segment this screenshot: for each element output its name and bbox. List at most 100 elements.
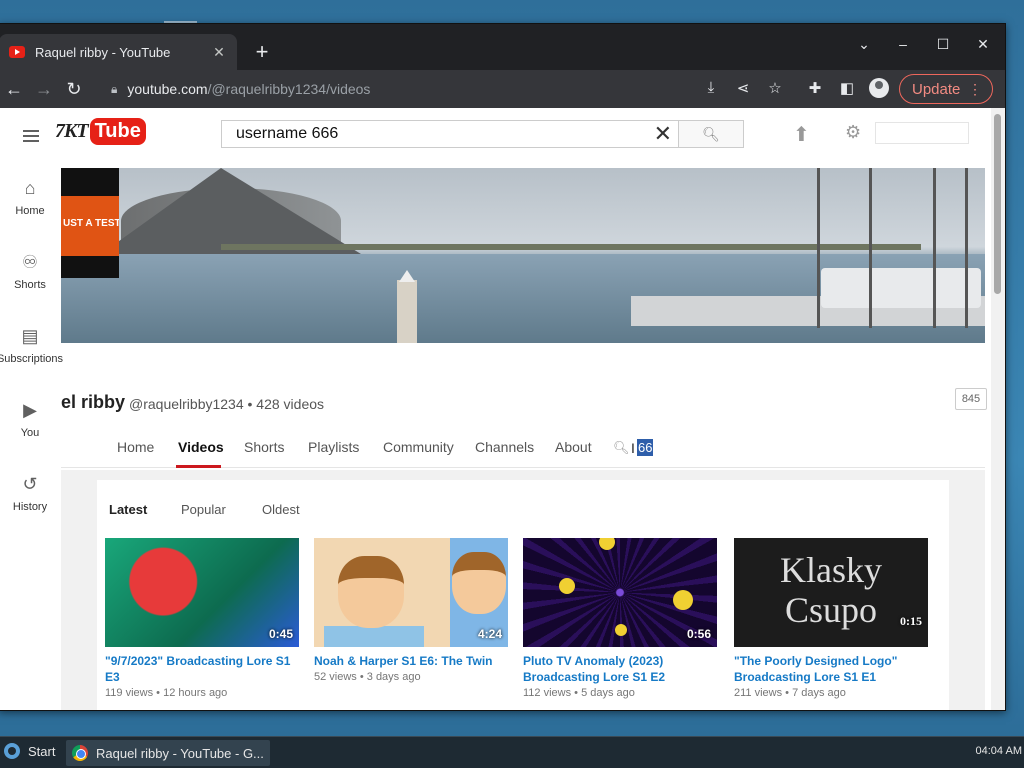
install-app-icon[interactable]: ⤓ (701, 79, 721, 96)
sidebar-item-home[interactable]: ⌂ Home (0, 178, 61, 217)
sort-popular[interactable]: Popular (181, 502, 226, 517)
channel-tabs: Home Videos Shorts Playlists Community C… (61, 428, 985, 468)
share-icon[interactable]: ⋖ (733, 79, 753, 97)
back-button[interactable]: ← (0, 79, 29, 100)
active-tab-indicator (176, 465, 221, 468)
video-thumbnail[interactable]: 0:56 (523, 538, 717, 647)
clear-search-icon[interactable]: ✕ (654, 123, 672, 145)
menu-dots-icon[interactable]: ⋮ (968, 81, 982, 98)
tab-playlists[interactable]: Playlists (308, 439, 359, 455)
text-cursor-icon: I (631, 440, 635, 456)
banner-boat (821, 268, 981, 308)
video-duration: 4:24 (477, 627, 502, 641)
video-age: 3 days ago (366, 671, 421, 683)
sort-latest[interactable]: Latest (109, 502, 147, 517)
sidebar-item-label: Shorts (14, 279, 46, 291)
banner-shoreline (221, 244, 921, 250)
account-area[interactable] (875, 122, 969, 144)
reload-button[interactable]: ↻ (59, 79, 89, 100)
banner-mast (869, 168, 872, 328)
video-views: 52 views (314, 671, 357, 683)
bookmark-star-icon[interactable]: ☆ (765, 79, 785, 97)
tab-community[interactable]: Community (383, 439, 454, 455)
menu-icon[interactable] (23, 130, 39, 142)
lock-icon: 🔒︎ (111, 81, 118, 96)
address-bar[interactable]: 🔒︎ youtube.com/@raquelribby1234/videos (101, 74, 695, 104)
extensions-icon[interactable]: ✚ (805, 79, 825, 97)
tab-videos[interactable]: Videos (178, 439, 224, 455)
site-logo[interactable]: 7KT Tube (55, 118, 146, 145)
videos-card: Latest Popular Oldest 0:45 "9/7/2023" Br… (97, 480, 949, 710)
banner-mast (933, 168, 936, 328)
sidebar-item-label: Home (15, 205, 45, 217)
forward-button[interactable]: → (29, 79, 59, 100)
start-button[interactable]: Start (4, 743, 55, 759)
side-panel-icon[interactable]: ◧ (837, 79, 857, 97)
video-item[interactable]: 0:56 Pluto TV Anomaly (2023) Broadcastin… (523, 538, 717, 699)
video-thumbnail[interactable]: Klasky Csupo 0:15 (734, 538, 928, 647)
video-views: 112 views (523, 687, 572, 699)
video-title[interactable]: Pluto TV Anomaly (2023) Broadcasting Lor… (523, 653, 717, 685)
video-duration: 0:45 (268, 627, 293, 641)
sidebar-item-label: You (20, 427, 40, 439)
gear-icon[interactable]: ⚙ (845, 122, 861, 143)
logo-tube: Tube (89, 118, 146, 145)
sort-oldest[interactable]: Oldest (262, 502, 300, 517)
update-label: Update (912, 80, 961, 98)
page-scrollbar[interactable] (991, 108, 1005, 710)
tab-title: Raquel ribby - YouTube (35, 44, 171, 60)
tab-channels[interactable]: Channels (475, 439, 534, 455)
video-count: • 428 videos (247, 396, 325, 412)
url-path: /@raquelribby1234/videos (207, 81, 371, 97)
video-item[interactable]: 0:45 "9/7/2023" Broadcasting Lore S1 E3 … (105, 538, 299, 699)
sidebar-item-history[interactable]: ↺ History (0, 474, 61, 513)
tab-search-chevron-icon[interactable]: ⌄ (854, 36, 874, 53)
banner-post (397, 270, 417, 343)
close-tab-icon[interactable]: ✕ (211, 44, 227, 61)
taskbar-clock: 04:04 AM (975, 745, 1022, 757)
banner-thumbnail: UST A TEST (61, 168, 119, 278)
video-item[interactable]: Klasky Csupo 0:15 "The Poorly Designed L… (734, 538, 928, 699)
update-button[interactable]: Update ⋮ (899, 74, 993, 104)
video-title[interactable]: "The Poorly Designed Logo" Broadcasting … (734, 653, 928, 685)
new-tab-button[interactable]: + (251, 41, 273, 63)
scrollbar-thumb[interactable] (994, 114, 1001, 294)
tab-shorts[interactable]: Shorts (244, 439, 284, 455)
video-thumbnail[interactable]: 4:24 (314, 538, 508, 647)
maximize-button[interactable]: ☐ (933, 36, 953, 53)
close-window-button[interactable]: ✕ (973, 36, 993, 53)
minimize-button[interactable]: – (893, 36, 913, 52)
subscriber-count: 845 (955, 388, 987, 410)
taskbar-item-browser[interactable]: Raquel ribby - YouTube - G... (66, 740, 270, 766)
sidebar-item-you[interactable]: ▶ You (0, 400, 61, 439)
sidebar-item-shorts[interactable]: ♾ Shorts (0, 252, 61, 291)
video-title[interactable]: Noah & Harper S1 E6: The Twin (314, 653, 508, 669)
tab-strip: Raquel ribby - YouTube ✕ + ⌄ – ☐ ✕ (0, 24, 1005, 70)
sidebar-item-label: Subscriptions (0, 353, 64, 365)
channel-search-icon[interactable]: 🔍︎ (613, 440, 630, 456)
thumbnail-dot (673, 590, 693, 610)
video-thumbnail[interactable]: 0:45 (105, 538, 299, 647)
channel-search-input[interactable]: 66 (637, 439, 654, 456)
search-input[interactable]: username 666 ✕ (221, 120, 679, 148)
video-item[interactable]: 4:24 Noah & Harper S1 E6: The Twin 52 vi… (314, 538, 508, 683)
search-button[interactable]: 🔍︎ (678, 120, 744, 148)
home-icon: ⌂ (24, 178, 36, 198)
browser-window: Raquel ribby - YouTube ✕ + ⌄ – ☐ ✕ ← → ↻… (0, 23, 1006, 711)
browser-tab[interactable]: Raquel ribby - YouTube ✕ (0, 34, 237, 70)
profile-avatar[interactable] (869, 78, 889, 98)
video-meta: 211 views • 7 days ago (734, 687, 846, 699)
sidebar-item-subscriptions[interactable]: ▤ Subscriptions (0, 326, 67, 365)
thumbnail-dot (615, 624, 627, 636)
video-title[interactable]: "9/7/2023" Broadcasting Lore S1 E3 (105, 653, 299, 685)
tab-home[interactable]: Home (117, 439, 154, 455)
taskbar: Start Raquel ribby - YouTube - G... 04:0… (0, 736, 1024, 768)
upload-icon[interactable]: ⬆ (793, 122, 810, 147)
channel-banner: UST A TEST (61, 168, 985, 343)
chrome-icon (72, 745, 88, 761)
shorts-icon: ♾ (21, 252, 39, 272)
video-age: 5 days ago (581, 687, 635, 699)
youtube-page: 7KT Tube username 666 ✕ 🔍︎ ⬆ ⚙ ⌂ Home ♾ … (0, 108, 991, 710)
tab-about[interactable]: About (555, 439, 592, 455)
taskbar-item-label: Raquel ribby - YouTube - G... (96, 745, 264, 761)
